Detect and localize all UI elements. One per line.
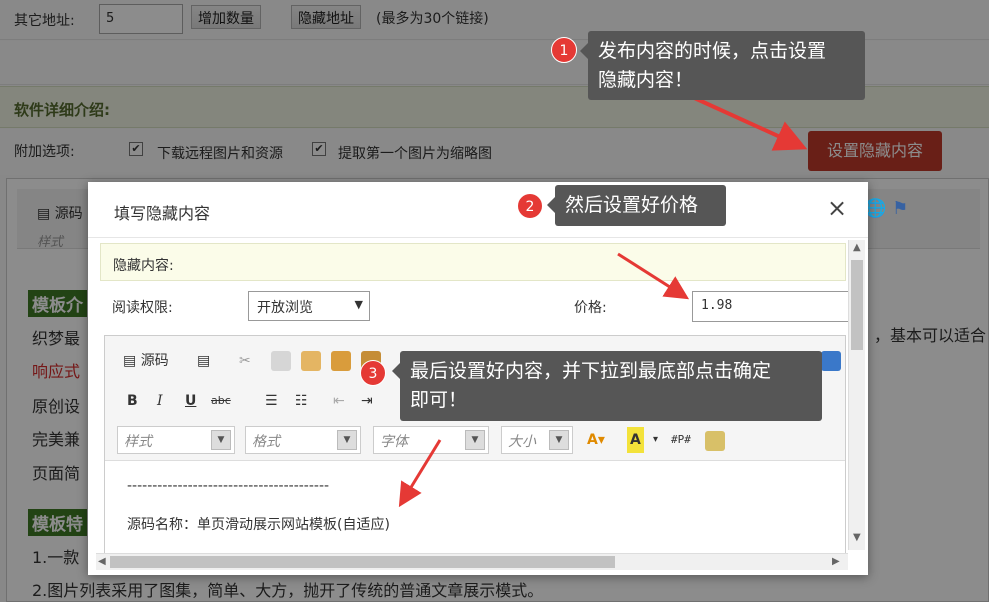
source-button[interactable]: ▤ 源码 — [123, 348, 169, 374]
chevron-down-icon: ▼ — [465, 430, 485, 450]
bold-icon[interactable]: B — [127, 388, 138, 414]
indent-icon[interactable]: ⇥ — [361, 388, 373, 414]
callout-3-line-1: 最后设置好内容，并下拉到最底部点击确定 — [410, 360, 772, 382]
price-label: 价格: — [574, 300, 607, 316]
strikethrough-icon[interactable]: abc — [211, 388, 231, 414]
bg-toolbar-icons: 🌐 ⚑ — [864, 198, 909, 219]
read-permission-label: 阅读权限: — [112, 300, 173, 316]
hidden-content-label: 隐藏内容: — [113, 258, 174, 274]
format-painter-icon[interactable]: #P# — [671, 427, 691, 453]
scroll-up-icon[interactable]: ▲ — [853, 242, 861, 253]
modal-vertical-scrollbar[interactable]: ▲ ▼ — [848, 240, 865, 550]
bg-color-dropdown-icon[interactable]: ▾ — [653, 427, 658, 453]
italic-icon[interactable]: I — [157, 388, 163, 414]
horizontal-scroll-thumb[interactable] — [110, 556, 615, 568]
callout-2-line-1: 然后设置好价格 — [565, 194, 699, 216]
callout-1-line-1: 发布内容的时候，点击设置 — [598, 40, 827, 62]
style-select[interactable]: 样式 ▼ — [117, 426, 235, 454]
cut-icon[interactable]: ✂ — [239, 348, 251, 374]
price-input[interactable]: 1.98 — [692, 291, 852, 322]
underline-icon[interactable]: U — [185, 388, 196, 414]
paste-format-icon[interactable] — [705, 431, 725, 451]
scroll-right-icon[interactable]: ▶ — [832, 556, 840, 567]
size-select[interactable]: 大小 ▼ — [501, 426, 573, 454]
outdent-icon[interactable]: ⇤ — [333, 388, 345, 414]
permission-select[interactable]: 开放浏览 ▼ — [248, 291, 370, 321]
hidden-content-bar: 隐藏内容: — [100, 243, 846, 281]
annotation-callout-2: 然后设置好价格 — [547, 185, 726, 226]
scroll-down-icon[interactable]: ▼ — [853, 532, 861, 543]
font-select[interactable]: 字体 ▼ — [373, 426, 489, 454]
vertical-scroll-thumb[interactable] — [851, 260, 863, 350]
chevron-down-icon: ▼ — [211, 430, 231, 450]
copy-icon[interactable] — [271, 351, 291, 371]
text-color-icon[interactable]: A▾ — [587, 427, 605, 453]
maximize-icon[interactable] — [821, 351, 841, 371]
permission-row: 阅读权限: 开放浏览 ▼ 价格: 1.98 — [100, 283, 852, 327]
annotation-callout-1: 发布内容的时候，点击设置 隐藏内容！ — [580, 31, 865, 100]
ordered-list-icon[interactable]: ☰ — [265, 388, 278, 414]
bg-color-icon[interactable]: A — [627, 427, 644, 453]
editor-source-name-line: 源码名称：单页滑动展示网站模板(自适应) — [127, 517, 390, 533]
annotation-callout-3: 最后设置好内容，并下拉到最底部点击确定 即可！ — [392, 351, 822, 421]
modal-header: 填写隐藏内容 × — [88, 182, 868, 238]
editor-divider-line: ---------------------------------------- — [127, 478, 330, 494]
chevron-down-icon: ▼ — [354, 298, 363, 311]
annotation-badge-2: 2 — [517, 193, 543, 219]
format-select[interactable]: 格式 ▼ — [245, 426, 361, 454]
callout-1-line-2: 隐藏内容！ — [598, 69, 694, 91]
paste-icon[interactable] — [301, 351, 321, 371]
annotation-badge-3: 3 — [360, 360, 386, 386]
callout-3-line-2: 即可！ — [410, 389, 468, 411]
permission-select-value: 开放浏览 — [257, 300, 313, 316]
scroll-left-icon[interactable]: ◀ — [98, 556, 106, 567]
unordered-list-icon[interactable]: ☷ — [295, 388, 308, 414]
close-icon[interactable]: × — [826, 196, 848, 220]
annotation-badge-1: 1 — [551, 37, 577, 63]
chevron-down-icon: ▼ — [549, 430, 569, 450]
source-icon: ▤ — [123, 353, 137, 369]
modal-title: 填写隐藏内容 — [114, 204, 211, 223]
paste-text-icon[interactable] — [331, 351, 351, 371]
chevron-down-icon: ▼ — [337, 430, 357, 450]
template-icon[interactable]: ▤ — [197, 348, 210, 374]
modal-horizontal-scrollbar[interactable]: ◀ ▶ — [96, 553, 848, 570]
